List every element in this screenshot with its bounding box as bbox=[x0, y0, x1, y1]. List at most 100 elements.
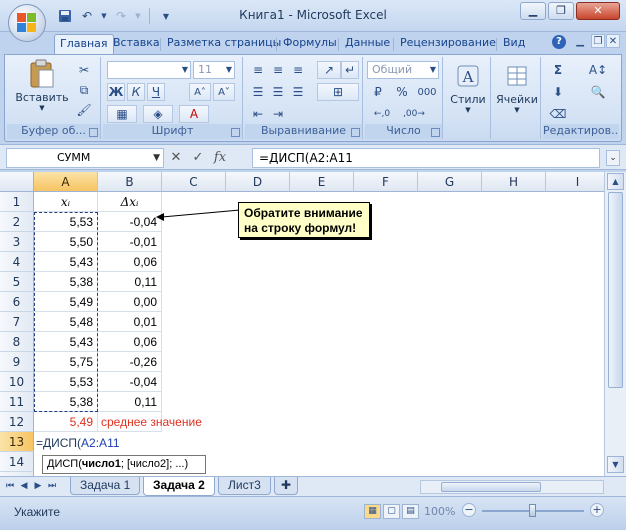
increase-indent-icon[interactable]: ⇥ bbox=[269, 105, 287, 123]
column-header-h[interactable]: H bbox=[482, 172, 546, 192]
bold-button[interactable]: Ж bbox=[107, 83, 125, 101]
insert-sheet-icon[interactable]: ✚ bbox=[274, 477, 299, 495]
column-header-b[interactable]: B bbox=[98, 172, 162, 192]
align-left-icon[interactable]: ☰ bbox=[249, 83, 267, 101]
expand-formula-bar-icon[interactable]: ⌄ bbox=[606, 150, 620, 166]
copy-icon[interactable]: ⧉ bbox=[75, 81, 93, 99]
cells-button[interactable]: Ячейки ▼ bbox=[494, 61, 540, 114]
shrink-font-button[interactable]: A˅ bbox=[213, 83, 235, 101]
zoom-in-icon[interactable]: + bbox=[590, 503, 604, 517]
row-header[interactable]: 8 bbox=[0, 332, 34, 352]
vertical-scroll-thumb[interactable] bbox=[608, 192, 623, 388]
cell-x-value[interactable]: 5,50 bbox=[34, 232, 98, 252]
autosum-button[interactable]: Σ bbox=[547, 61, 569, 79]
row-header[interactable]: 1 bbox=[0, 192, 34, 212]
column-header-i[interactable]: I bbox=[546, 172, 604, 192]
cell-delta-value[interactable]: 0,06 bbox=[98, 252, 162, 272]
column-header-d[interactable]: D bbox=[226, 172, 290, 192]
row-header[interactable]: 11 bbox=[0, 392, 34, 412]
tab-view[interactable]: Вид bbox=[498, 34, 530, 54]
row-header[interactable]: 10 bbox=[0, 372, 34, 392]
cell-x-value[interactable]: 5,49 bbox=[34, 292, 98, 312]
name-box[interactable]: СУММ ▼ bbox=[6, 148, 164, 168]
wrap-text-icon[interactable]: ↵ bbox=[341, 61, 359, 79]
row-header[interactable]: 14 bbox=[0, 452, 34, 472]
clipboard-launcher-icon[interactable] bbox=[89, 128, 98, 137]
vertical-scrollbar[interactable]: ▲ ▼ bbox=[604, 172, 626, 476]
align-center-icon[interactable]: ☰ bbox=[269, 83, 287, 101]
borders-icon[interactable]: ▦ bbox=[107, 105, 137, 123]
font-launcher-icon[interactable] bbox=[231, 128, 240, 137]
row-header[interactable]: 3 bbox=[0, 232, 34, 252]
cell-x-value[interactable]: 5,43 bbox=[34, 332, 98, 352]
office-button[interactable] bbox=[8, 4, 46, 42]
mean-value[interactable]: 5,49 bbox=[34, 412, 98, 432]
sheet-tab-2[interactable]: Задача 2 bbox=[143, 477, 215, 496]
find-select-icon[interactable]: 🔍 bbox=[583, 83, 613, 101]
page-layout-view-icon[interactable]: ▢ bbox=[383, 504, 400, 519]
number-format-combo[interactable]: Общий ▼ bbox=[367, 61, 439, 79]
tab-data[interactable]: Данные bbox=[340, 34, 395, 54]
column-header-g[interactable]: G bbox=[418, 172, 482, 192]
column-header-e[interactable]: E bbox=[290, 172, 354, 192]
prev-sheet-icon[interactable]: ◀ bbox=[18, 480, 30, 492]
clear-icon[interactable]: ⌫ bbox=[547, 105, 569, 123]
tab-review[interactable]: Рецензирование bbox=[395, 34, 501, 54]
increase-decimal-icon[interactable]: ←,0 bbox=[367, 105, 397, 123]
help-icon[interactable]: ? bbox=[552, 35, 566, 49]
restore-button[interactable]: ❐ bbox=[548, 2, 574, 20]
decrease-decimal-icon[interactable]: ,00→ bbox=[399, 105, 429, 123]
enter-icon[interactable]: ✓ bbox=[190, 150, 206, 165]
fill-color-icon[interactable]: ◈ bbox=[143, 105, 173, 123]
insert-function-icon[interactable]: fx bbox=[212, 150, 228, 165]
cell-x-value[interactable]: 5,48 bbox=[34, 312, 98, 332]
grow-font-button[interactable]: A˄ bbox=[189, 83, 211, 101]
column-header-f[interactable]: F bbox=[354, 172, 418, 192]
row-header[interactable]: 13 bbox=[0, 432, 34, 452]
tab-insert[interactable]: Вставка bbox=[108, 34, 165, 54]
horizontal-scrollbar[interactable] bbox=[420, 480, 604, 494]
fill-icon[interactable]: ⬇ bbox=[547, 83, 569, 101]
italic-button[interactable]: К bbox=[127, 83, 145, 101]
align-top-icon[interactable]: ≡ bbox=[249, 61, 267, 79]
zoom-level[interactable]: 100% bbox=[424, 505, 455, 518]
sort-filter-icon[interactable]: A↕ bbox=[583, 61, 613, 79]
cell-x-value[interactable]: 5,53 bbox=[34, 212, 98, 232]
align-middle-icon[interactable]: ≡ bbox=[269, 61, 287, 79]
row-header[interactable]: 6 bbox=[0, 292, 34, 312]
scroll-up-icon[interactable]: ▲ bbox=[607, 173, 624, 190]
cut-icon[interactable]: ✂ bbox=[75, 61, 93, 79]
merge-cells-icon[interactable]: ⊞ bbox=[317, 83, 359, 101]
mean-label[interactable]: среднее значение bbox=[98, 412, 202, 432]
paste-button[interactable]: Вставить ▼ bbox=[13, 59, 71, 112]
styles-button[interactable]: A Стили ▼ bbox=[447, 61, 489, 114]
cancel-icon[interactable]: ✕ bbox=[168, 150, 184, 165]
ribbon-minimize-icon[interactable]: ▁ bbox=[576, 36, 584, 47]
close-button[interactable]: ✕ bbox=[576, 2, 620, 20]
cell-delta-value[interactable]: 0,06 bbox=[98, 332, 162, 352]
thousands-button[interactable]: 000 bbox=[415, 83, 439, 101]
workbook-restore-icon[interactable]: ❐ bbox=[591, 34, 605, 48]
normal-view-icon[interactable]: ▦ bbox=[364, 504, 381, 519]
first-sheet-icon[interactable]: ⏮ bbox=[4, 480, 16, 492]
row-header[interactable]: 5 bbox=[0, 272, 34, 292]
underline-button[interactable]: Ч bbox=[147, 83, 165, 101]
cell-x-value[interactable]: 5,38 bbox=[34, 392, 98, 412]
number-launcher-icon[interactable] bbox=[431, 128, 440, 137]
row-header[interactable]: 12 bbox=[0, 412, 34, 432]
select-all-button[interactable] bbox=[0, 172, 34, 192]
cell-delta-value[interactable]: 0,00 bbox=[98, 292, 162, 312]
cell-delta-value[interactable]: 0,11 bbox=[98, 392, 162, 412]
format-painter-icon[interactable]: 🖌 bbox=[75, 101, 93, 119]
font-size-combo[interactable]: 11 ▼ bbox=[193, 61, 235, 79]
row-header[interactable]: 2 bbox=[0, 212, 34, 232]
cell-delta-value[interactable]: 0,11 bbox=[98, 272, 162, 292]
text-orientation-icon[interactable]: ↗ bbox=[317, 61, 341, 79]
cell-x-value[interactable]: 5,43 bbox=[34, 252, 98, 272]
next-sheet-icon[interactable]: ▶ bbox=[32, 480, 44, 492]
column-header-a[interactable]: A bbox=[34, 172, 98, 192]
row-header[interactable]: 9 bbox=[0, 352, 34, 372]
tab-page-layout[interactable]: Разметка страницы bbox=[162, 34, 286, 54]
cell-x-value[interactable]: 5,53 bbox=[34, 372, 98, 392]
cell-x-value[interactable]: 5,38 bbox=[34, 272, 98, 292]
